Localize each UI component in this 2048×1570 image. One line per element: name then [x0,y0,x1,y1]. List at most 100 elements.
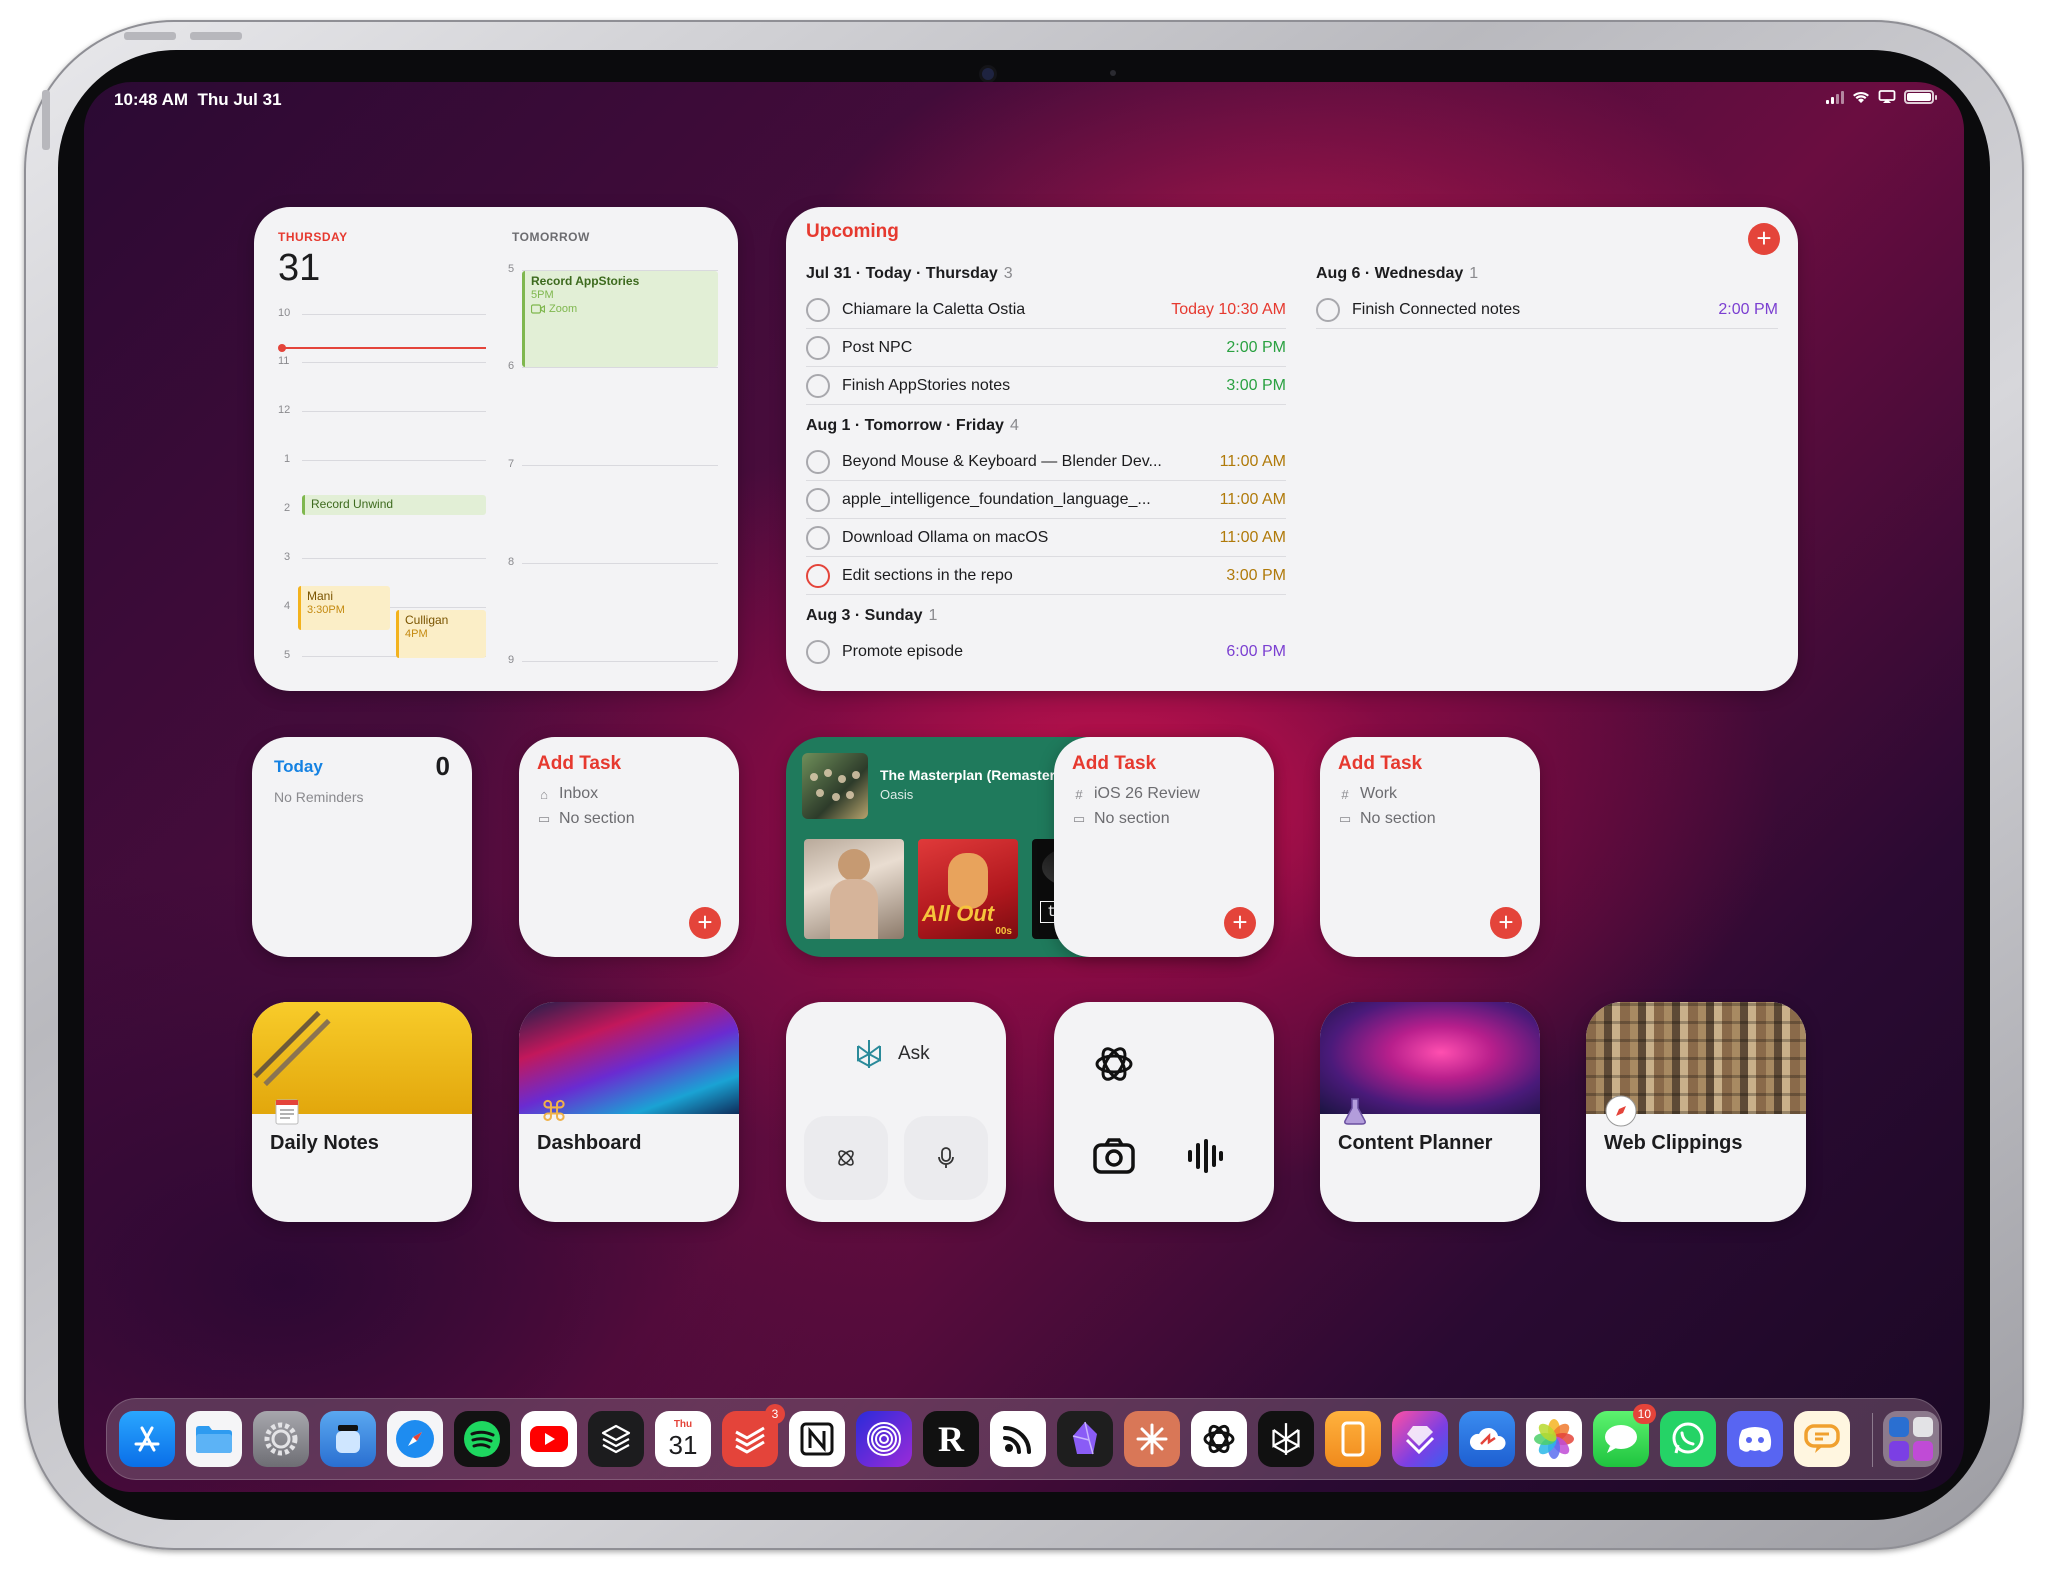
todoist-icon [735,1426,765,1454]
top-button [42,90,50,150]
dock-app-layers[interactable] [588,1411,644,1467]
dock-app-readwise[interactable]: R [923,1411,979,1467]
calendar-hour: 4 [284,600,291,612]
volume-button [190,32,242,40]
dock-app-ipad-app[interactable] [1325,1411,1381,1467]
dock-app-obsidian[interactable] [1057,1411,1113,1467]
perplexity-widget[interactable]: Ask [786,1002,1006,1222]
dock-app-calendar[interactable]: Thu 31 [655,1411,711,1467]
shortcut-content-planner[interactable]: Content Planner [1320,1002,1540,1222]
chatgpt-widget[interactable] [1054,1002,1274,1222]
album-cover[interactable]: All Out 00s [918,839,1018,939]
dock-app-rss[interactable] [990,1411,1046,1467]
calendar-hour: 5 [284,649,291,661]
reminder-checkbox[interactable] [806,487,830,512]
reminder-title: Finish Connected notes [1352,300,1521,318]
album-cover[interactable] [804,839,904,939]
dock-app-library[interactable] [1883,1411,1939,1467]
reminder-row[interactable]: Finish Connected notes 2:00 PM [1316,291,1778,329]
screen-mirroring-icon [1878,90,1896,103]
dock-app-notion[interactable] [789,1411,845,1467]
reminder-row[interactable]: apple_intelligence_foundation_language_.… [806,481,1286,519]
add-task-button[interactable]: + [689,907,721,939]
safari-icon [396,1420,434,1458]
reminder-row[interactable]: Edit sections in the repo 3:00 PM [806,557,1286,595]
message-bubble-icon [1605,1425,1637,1453]
now-playing-cover[interactable] [802,753,868,819]
today-reminders-widget[interactable]: Today 0 No Reminders [252,737,472,957]
notepad-icon [270,1094,304,1128]
event-record-unwind[interactable]: Record Unwind [302,495,486,515]
reminder-time: 2:00 PM [1226,338,1286,356]
dock-app-settings[interactable] [253,1411,309,1467]
perplexity-ask-button[interactable]: Ask [854,1038,930,1070]
reminder-time: 2:00 PM [1718,300,1778,318]
reminder-row[interactable]: Post NPC 2:00 PM [806,329,1286,367]
add-task-button[interactable]: + [1224,907,1256,939]
reminder-row[interactable]: Chiamare la Caletta Ostia Today 10:30 AM [806,291,1286,329]
dock-app-cloud[interactable] [1459,1411,1515,1467]
dock-app-photos[interactable] [1526,1411,1582,1467]
obsidian-icon [1072,1421,1097,1455]
reminder-row[interactable]: Finish AppStories notes 3:00 PM [806,367,1286,405]
group-header: Aug 3 · Sunday 1 [806,607,938,624]
hour-line [302,314,486,315]
event-record-appstories[interactable]: Record AppStories 5PM Zoom [522,271,718,367]
add-task-button[interactable]: + [1490,907,1522,939]
dock-app-spotify[interactable] [454,1411,510,1467]
calendar-widget[interactable]: THURSDAY 31 10 11 12 1 2 3 4 5 Record Un… [254,207,738,691]
add-task-widget-ios26[interactable]: Add Task # iOS 26 Review ▭ No section + [1054,737,1274,957]
dock-app-app-store[interactable] [119,1411,175,1467]
dock-app-todoist[interactable]: 3 [722,1404,785,1467]
calendar-today-label: THURSDAY [278,230,348,244]
dock-app-trickle[interactable] [320,1411,376,1467]
chatgpt-button[interactable] [1088,1038,1140,1090]
add-reminder-button[interactable]: + [1748,223,1780,255]
reminder-row[interactable]: Beyond Mouse & Keyboard — Blender Dev...… [806,443,1286,481]
shortcut-label: Daily Notes [270,1132,379,1154]
todoist-badge: 3 [765,1404,785,1424]
dock-app-files[interactable] [186,1411,242,1467]
reminder-checkbox[interactable] [806,563,830,588]
shortcut-dashboard[interactable]: ⌘ Dashboard [519,1002,739,1222]
reminder-row[interactable]: Download Ollama on macOS 11:00 AM [806,519,1286,557]
reminder-row[interactable]: Promote episode 6:00 PM [806,633,1286,671]
dock-app-claude[interactable] [1124,1411,1180,1467]
group-header: Aug 6 · Wednesday 1 [1316,265,1479,282]
reminder-checkbox[interactable] [806,335,830,360]
dock-app-safari[interactable] [387,1411,443,1467]
add-task-widget-inbox[interactable]: Add Task ⌂ Inbox ▭ No section + [519,737,739,957]
dock-app-shortcuts[interactable] [1392,1411,1448,1467]
dock-app-perplexity[interactable] [1258,1411,1314,1467]
reminder-checkbox[interactable] [806,525,830,550]
dock-app-copilot[interactable] [1794,1411,1850,1467]
perplexity-focus-button[interactable] [804,1116,888,1200]
upcoming-reminders-widget[interactable]: Upcoming + Jul 31 · Today · Thursday 3 Ch… [786,207,1798,691]
dock-app-discord[interactable] [1727,1411,1783,1467]
shortcut-web-clippings[interactable]: Web Clippings [1586,1002,1806,1222]
reminder-checkbox[interactable] [806,373,830,398]
event-mani[interactable]: Mani 3:30PM [298,586,390,630]
dock-app-messages[interactable]: 10 [1593,1404,1656,1467]
reminder-checkbox[interactable] [806,449,830,474]
dock-app-youtube[interactable] [521,1411,577,1467]
reminder-checkbox[interactable] [806,297,830,322]
reminder-checkbox[interactable] [1316,297,1340,322]
chatgpt-camera-button[interactable] [1088,1130,1140,1182]
event-culligan[interactable]: Culligan 4PM [396,610,486,658]
dock-app-fingerprint[interactable] [856,1411,912,1467]
calendar-hour: 11 [278,355,290,367]
dock-app-chatgpt[interactable] [1191,1411,1247,1467]
command-icon: ⌘ [540,1095,568,1127]
shortcut-daily-notes[interactable]: Daily Notes [252,1002,472,1222]
dock-app-whatsapp[interactable] [1660,1411,1716,1467]
perplexity-voice-button[interactable] [904,1116,988,1200]
dock: Thu 31 3 R 10 [106,1398,1942,1480]
hour-line [522,661,718,662]
volume-button [124,32,176,40]
add-task-widget-work[interactable]: Add Task # Work ▭ No section + [1320,737,1540,957]
reminder-title: Finish AppStories notes [842,376,1011,394]
reminder-checkbox[interactable] [806,640,830,664]
reminder-time: 11:00 AM [1219,452,1286,470]
chatgpt-voice-button[interactable] [1178,1130,1230,1182]
